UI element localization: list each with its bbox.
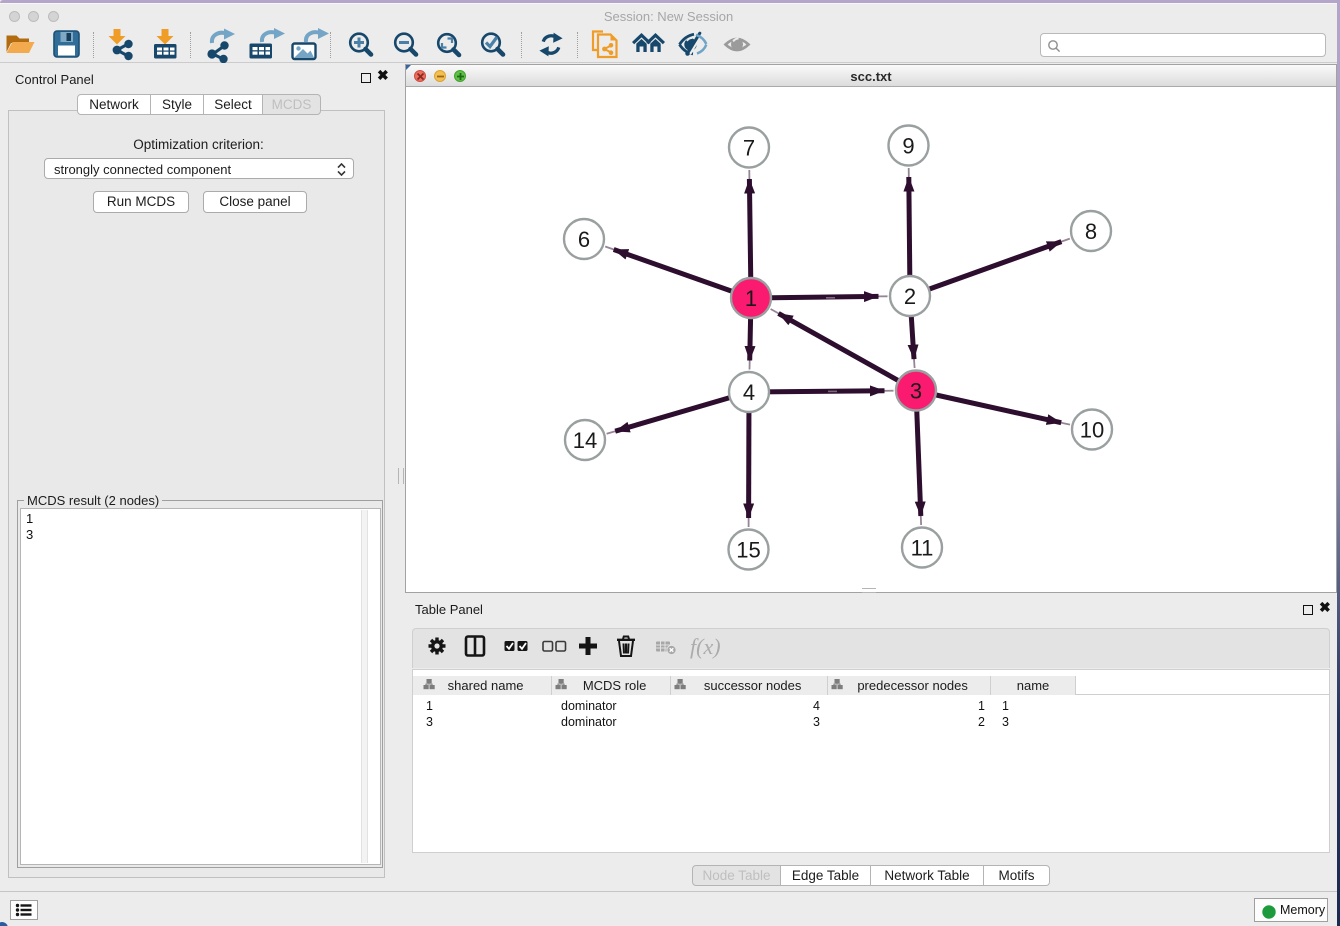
svg-text:9: 9 [902, 134, 914, 159]
svg-text:6: 6 [578, 227, 590, 252]
svg-text:11: 11 [911, 536, 934, 561]
svg-text:f(x): f(x) [690, 634, 721, 659]
svg-text:8: 8 [1085, 219, 1097, 244]
svg-text:7: 7 [743, 136, 755, 161]
svg-text:2: 2 [904, 284, 916, 309]
svg-text:4: 4 [743, 380, 755, 405]
svg-text:10: 10 [1080, 418, 1104, 443]
svg-text:14: 14 [573, 428, 597, 453]
svg-text:1: 1 [745, 286, 757, 311]
svg-text:15: 15 [736, 538, 760, 563]
svg-text:3: 3 [910, 379, 922, 404]
